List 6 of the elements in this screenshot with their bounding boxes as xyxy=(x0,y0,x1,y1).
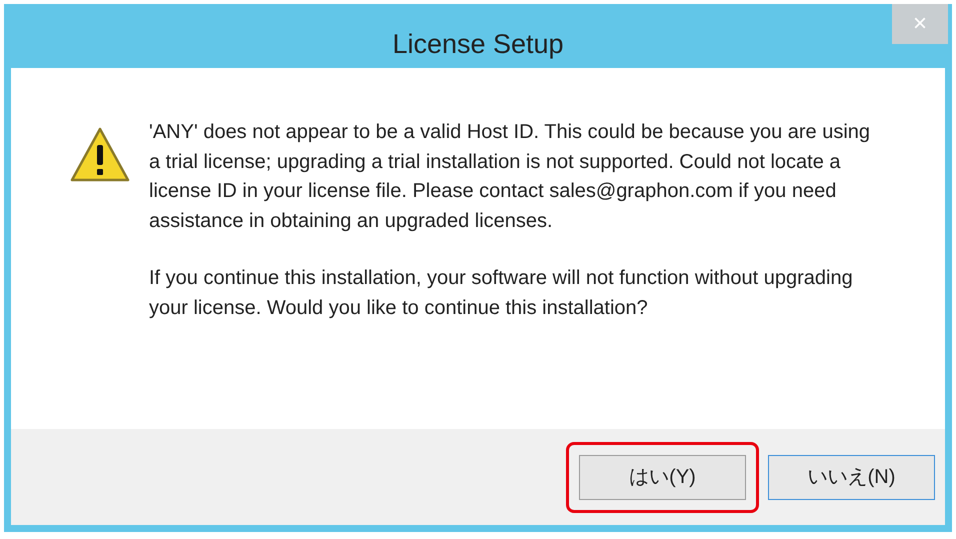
window-title: License Setup xyxy=(391,28,565,61)
message-text: 'ANY' does not appear to be a valid Host ID. This could be because you are using a trial license; upgrading a trial installation is not supported. Could not locate a license ID in your license file. Please contact sales@graphon.com if you need assistance in obtaining an upgraded licenses. xyxy=(149,120,872,234)
warning-icon xyxy=(69,126,131,184)
dialog-button[interactable]: いいえ(N) xyxy=(768,454,935,500)
dialog-button[interactable]: はい(Y) xyxy=(579,454,746,500)
message-text: If you continue this installation, your software will not function without upgrading your license. Would you like to continue this installation? xyxy=(149,266,854,320)
